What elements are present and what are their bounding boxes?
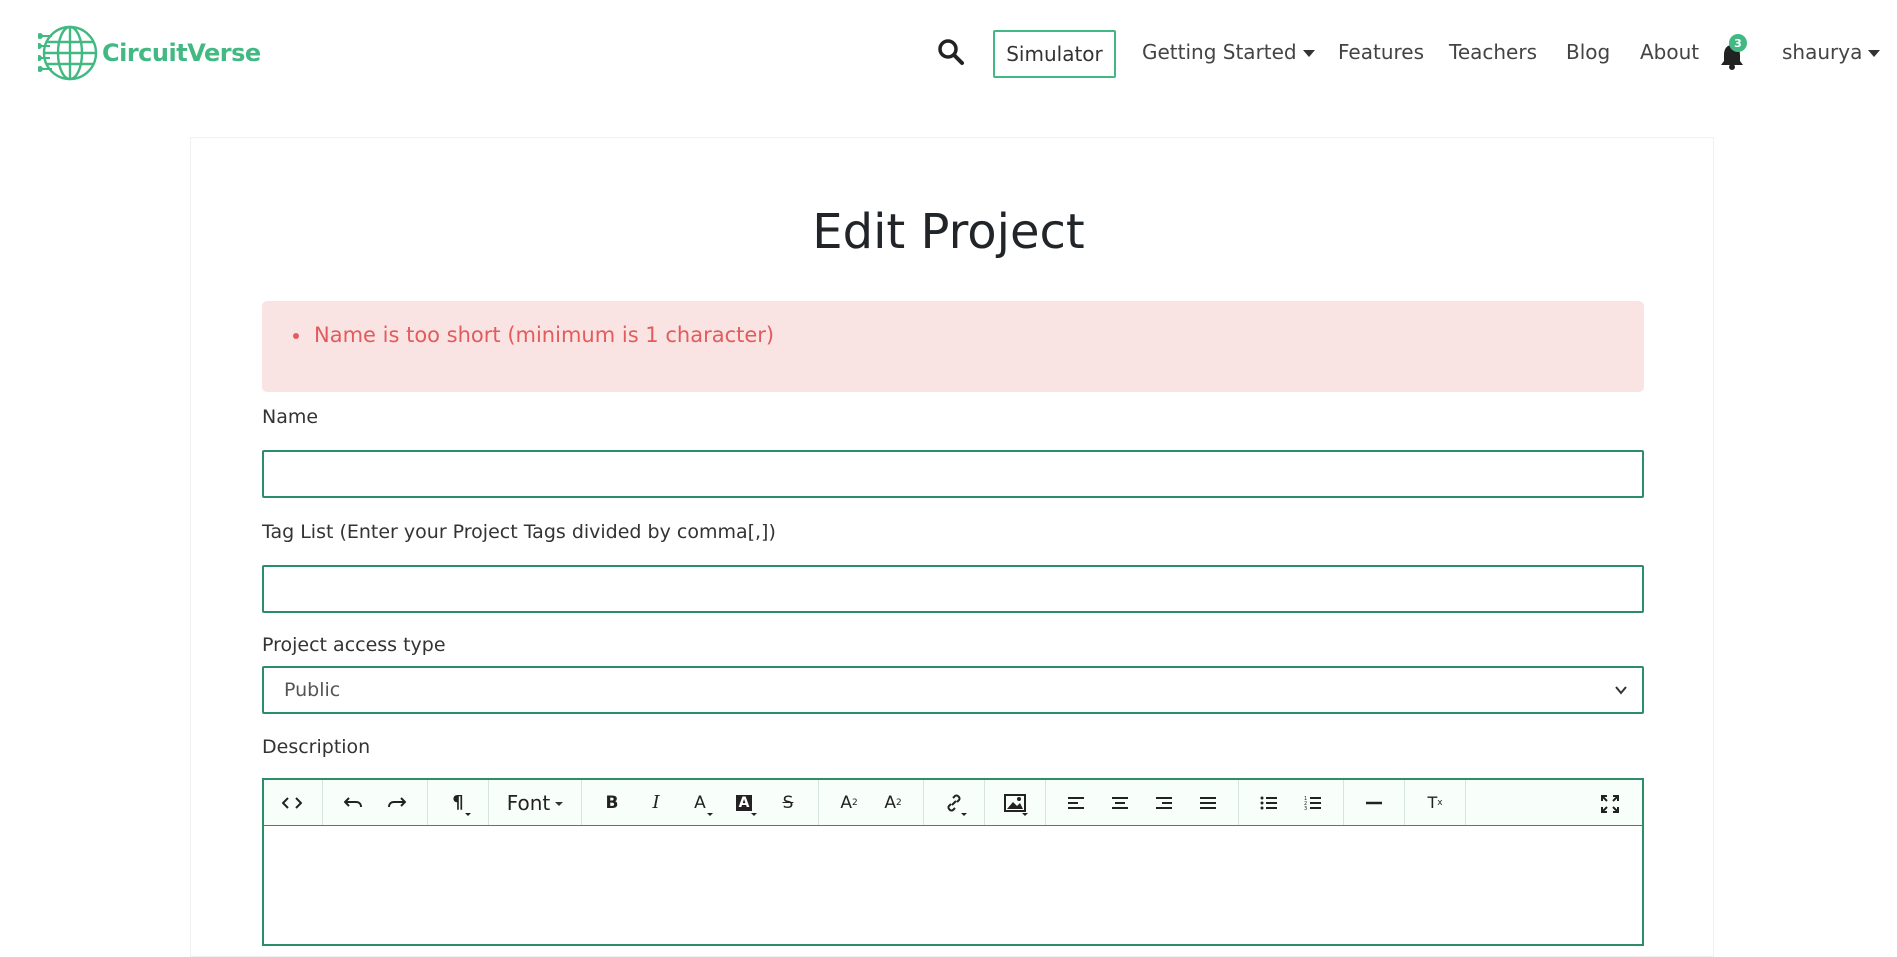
chevron-down-icon	[1868, 49, 1881, 57]
simulator-label: Simulator	[1006, 42, 1103, 66]
error-item: Name is too short (minimum is 1 characte…	[312, 323, 774, 347]
brand-name: CircuitVerse	[102, 39, 261, 67]
align-left-icon[interactable]	[1054, 781, 1098, 825]
chevron-down-icon	[1302, 49, 1315, 57]
notification-badge: 3	[1729, 34, 1747, 52]
nav-blog[interactable]: Blog	[1566, 40, 1610, 64]
access-type-select[interactable]: Public	[262, 666, 1644, 714]
strikethrough-icon[interactable]: S	[766, 781, 810, 825]
numbered-list-icon[interactable]: 123	[1291, 781, 1335, 825]
align-justify-icon[interactable]	[1186, 781, 1230, 825]
error-list: Name is too short (minimum is 1 characte…	[312, 323, 774, 347]
undo-icon[interactable]	[331, 781, 375, 825]
align-right-icon[interactable]	[1142, 781, 1186, 825]
chevron-down-icon	[1615, 686, 1627, 695]
paragraph-icon[interactable]: ¶	[436, 781, 480, 825]
features-label: Features	[1338, 40, 1424, 64]
font-select[interactable]: Font	[497, 781, 573, 825]
superscript-icon[interactable]: A2	[827, 781, 871, 825]
tags-label: Tag List (Enter your Project Tags divide…	[262, 521, 776, 543]
link-icon[interactable]	[932, 781, 976, 825]
nav-getting-started[interactable]: Getting Started	[1142, 40, 1315, 64]
nav-teachers[interactable]: Teachers	[1449, 40, 1537, 64]
editor-toolbar: ¶ Font B I A A S A2 A2 1 2 3 T x	[262, 778, 1644, 826]
user-menu[interactable]: shaurya	[1782, 40, 1881, 64]
getting-started-label: Getting Started	[1142, 40, 1297, 64]
error-alert: Name is too short (minimum is 1 characte…	[262, 301, 1644, 392]
name-label: Name	[262, 406, 319, 428]
clear-format-icon[interactable]: Tx	[1413, 781, 1457, 825]
align-center-icon[interactable]	[1098, 781, 1142, 825]
access-type-value: Public	[284, 679, 341, 701]
tags-input[interactable]	[262, 565, 1644, 613]
bullet-list-icon[interactable]	[1247, 781, 1291, 825]
horizontal-rule-icon[interactable]	[1352, 781, 1396, 825]
italic-icon[interactable]: I	[634, 781, 678, 825]
font-label: Font	[506, 790, 551, 815]
name-input[interactable]	[262, 450, 1644, 498]
blog-label: Blog	[1566, 40, 1611, 64]
svg-text:3: 3	[1304, 806, 1307, 810]
user-name: shaurya	[1782, 40, 1863, 64]
code-view-icon[interactable]	[270, 781, 314, 825]
simulator-button[interactable]: Simulator	[993, 30, 1116, 78]
font-color-icon[interactable]: A	[678, 781, 722, 825]
subscript-icon[interactable]: A2	[871, 781, 915, 825]
circuitverse-logo-icon	[38, 25, 98, 81]
nav-features[interactable]: Features	[1338, 40, 1424, 64]
description-label: Description	[262, 736, 371, 758]
fullscreen-icon[interactable]	[1588, 782, 1632, 826]
bold-icon[interactable]: B	[590, 781, 634, 825]
description-editor[interactable]	[262, 826, 1644, 946]
about-label: About	[1640, 40, 1700, 64]
teachers-label: Teachers	[1449, 40, 1537, 64]
brand-logo-link[interactable]: CircuitVerse	[38, 22, 261, 84]
redo-icon[interactable]	[375, 781, 419, 825]
page-title: Edit Project	[812, 204, 1085, 260]
search-icon[interactable]	[937, 38, 965, 66]
navbar: CircuitVerse Simulator Getting Started F…	[0, 0, 1897, 108]
access-type-label: Project access type	[262, 634, 446, 656]
highlight-icon[interactable]: A	[722, 781, 766, 825]
nav-about[interactable]: About	[1640, 40, 1699, 64]
image-icon[interactable]	[993, 781, 1037, 825]
